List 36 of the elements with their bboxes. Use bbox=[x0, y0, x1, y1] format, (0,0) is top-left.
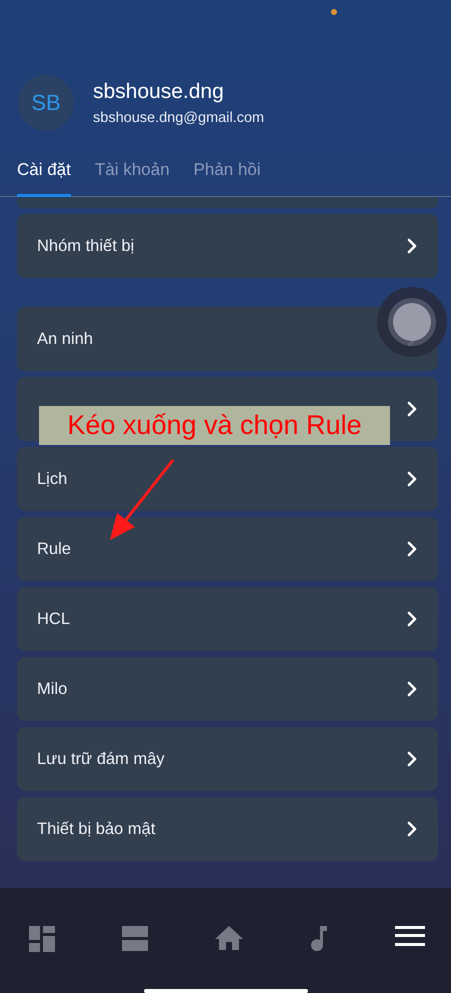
row-label: Lưu trữ đám mây bbox=[37, 750, 165, 768]
row-label: HCL bbox=[37, 610, 70, 628]
dashboard-icon bbox=[29, 926, 55, 952]
row-label: Rule bbox=[37, 540, 71, 558]
settings-row[interactable]: Milo bbox=[17, 657, 438, 721]
music-note-icon bbox=[310, 926, 328, 951]
chevron-icon bbox=[406, 471, 418, 487]
chevron-icon bbox=[406, 681, 418, 697]
tab[interactable]: Phản hồi bbox=[194, 156, 261, 197]
row-label: Nhóm thiết bị bbox=[37, 236, 134, 256]
status-dot bbox=[331, 9, 337, 15]
user-email: sbshouse.dng@gmail.com bbox=[93, 110, 264, 126]
row-label: Thiết bị bảo mật bbox=[37, 820, 156, 838]
settings-row[interactable]: Nhóm thiết bị bbox=[17, 214, 438, 278]
row-label: An ninh bbox=[37, 330, 93, 348]
settings-row[interactable]: An ninh bbox=[17, 307, 438, 371]
chevron-icon bbox=[406, 751, 418, 767]
row-label: Milo bbox=[37, 680, 68, 698]
settings-row[interactable]: Lịch bbox=[17, 447, 438, 511]
settings-row[interactable]: Rule bbox=[17, 517, 438, 581]
chevron-icon bbox=[406, 238, 418, 254]
annotation-tooltip: Kéo xuống và chọn Rule bbox=[39, 406, 390, 445]
user-name: sbshouse.dng bbox=[93, 80, 225, 104]
tab[interactable]: Tài khoản bbox=[94, 156, 170, 197]
chevron-icon bbox=[406, 611, 418, 627]
settings-row[interactable]: HCL bbox=[17, 587, 438, 651]
row-label: Lịch bbox=[37, 470, 68, 488]
chevron-icon bbox=[406, 541, 418, 557]
settings-row[interactable]: Thiết bị bảo mật bbox=[17, 797, 438, 861]
chevron-icon bbox=[406, 821, 418, 837]
menu-icon bbox=[395, 926, 425, 946]
chevron-icon bbox=[406, 401, 418, 417]
home-icon bbox=[215, 926, 243, 950]
rows-icon bbox=[122, 926, 148, 951]
avatar: SB bbox=[18, 75, 74, 131]
settings-row[interactable]: Lưu trữ đám mây bbox=[17, 727, 438, 791]
